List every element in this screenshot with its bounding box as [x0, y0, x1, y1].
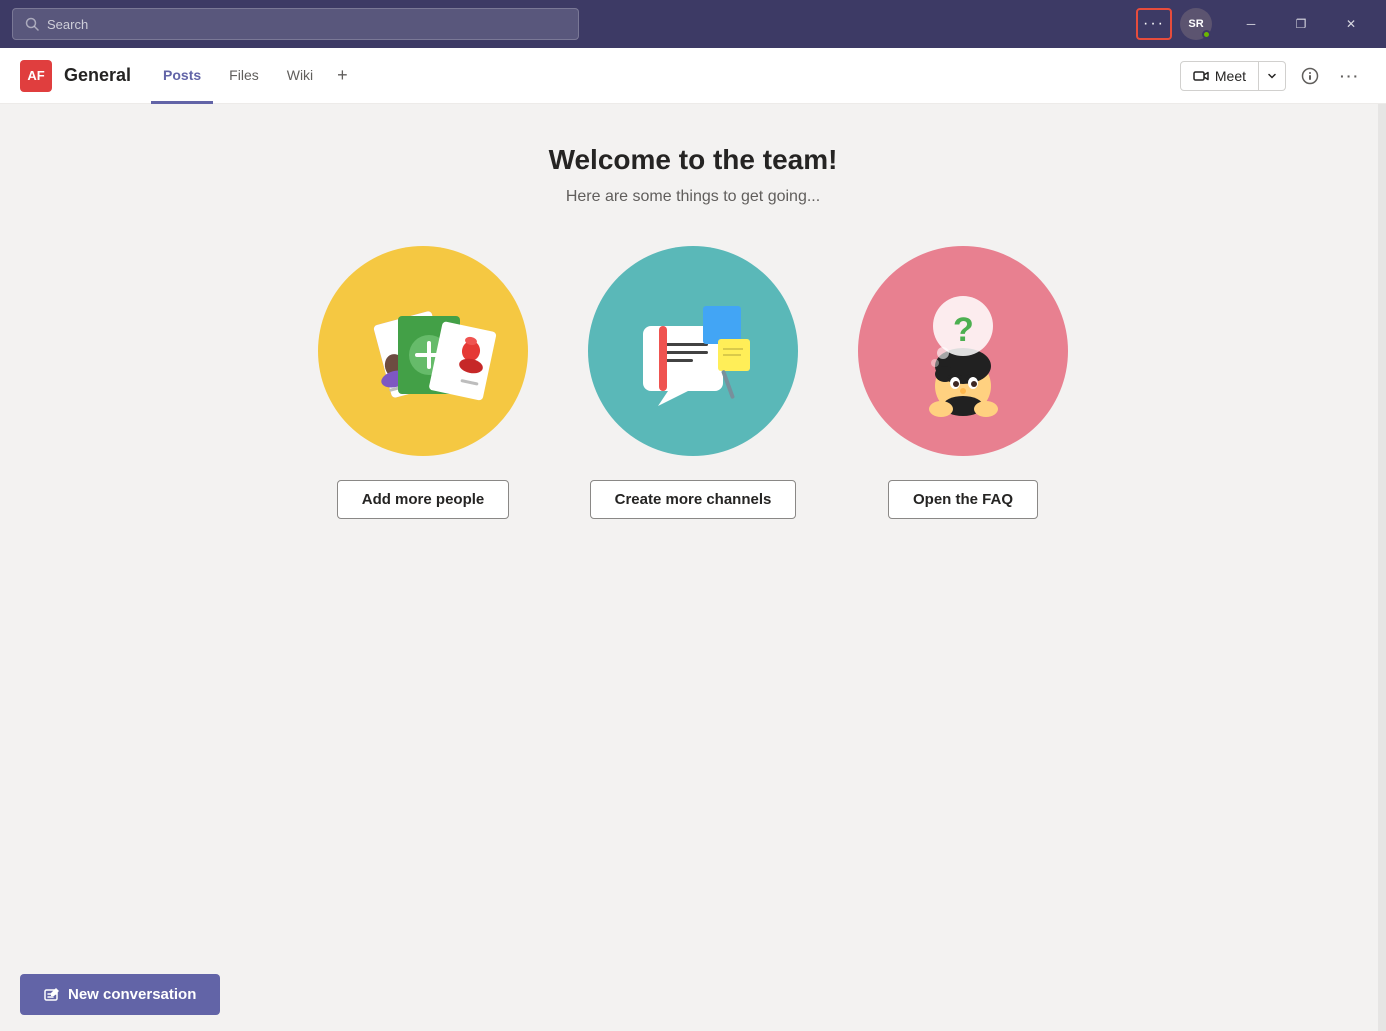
online-status-indicator [1202, 30, 1211, 39]
titlebar: Search ··· SR ─ ❐ ✕ [0, 0, 1386, 48]
channel-tabs: Posts Files Wiki + [151, 48, 1180, 103]
add-people-illustration [318, 246, 528, 456]
video-icon [1193, 68, 1209, 84]
add-people-card: Add more people [318, 246, 528, 519]
search-icon [25, 17, 39, 31]
create-channels-illustration [588, 246, 798, 456]
chevron-down-icon [1267, 71, 1277, 81]
new-conversation-bar: New conversation [0, 958, 1386, 1031]
tab-wiki[interactable]: Wiki [275, 49, 325, 104]
channel-more-button[interactable]: ··· [1334, 60, 1366, 92]
info-icon [1301, 67, 1319, 85]
open-faq-illustration: ? [858, 246, 1068, 456]
compose-icon [44, 987, 60, 1003]
more-options-button[interactable]: ··· [1136, 8, 1172, 40]
svg-text:?: ? [953, 311, 974, 349]
user-avatar-button[interactable]: SR [1180, 8, 1212, 40]
create-more-channels-button[interactable]: Create more channels [590, 480, 797, 519]
meet-button-group: Meet [1180, 61, 1286, 91]
minimize-button[interactable]: ─ [1228, 8, 1274, 40]
search-placeholder: Search [47, 17, 88, 32]
main-content: Welcome to the team! Here are some thing… [0, 104, 1386, 1031]
meet-button[interactable]: Meet [1180, 61, 1259, 91]
create-channels-card: Create more channels [588, 246, 798, 519]
channel-name: General [64, 65, 131, 86]
meet-dropdown-button[interactable] [1259, 61, 1286, 91]
tab-posts[interactable]: Posts [151, 49, 213, 104]
titlebar-right: ··· SR ─ ❐ ✕ [1136, 8, 1374, 40]
add-more-people-button[interactable]: Add more people [337, 480, 510, 519]
scrollbar[interactable] [1378, 104, 1386, 1031]
header-actions: Meet ··· [1180, 60, 1366, 92]
open-faq-button[interactable]: Open the FAQ [888, 480, 1038, 519]
open-faq-card: ? Open the FAQ [858, 246, 1068, 519]
add-tab-button[interactable]: + [329, 48, 356, 103]
window-controls: ─ ❐ ✕ [1228, 8, 1374, 40]
search-bar[interactable]: Search [12, 8, 579, 40]
action-cards: Add more people [0, 246, 1386, 519]
close-button[interactable]: ✕ [1328, 8, 1374, 40]
team-avatar: AF [20, 60, 52, 92]
channel-header: AF General Posts Files Wiki + Meet [0, 48, 1386, 104]
ellipsis-icon: ··· [1340, 68, 1360, 84]
restore-button[interactable]: ❐ [1278, 8, 1324, 40]
new-conversation-button[interactable]: New conversation [20, 974, 220, 1015]
info-button[interactable] [1294, 60, 1326, 92]
welcome-subtitle: Here are some things to get going... [0, 188, 1386, 206]
welcome-section: Welcome to the team! Here are some thing… [0, 104, 1386, 958]
welcome-title: Welcome to the team! [0, 144, 1386, 176]
tab-files[interactable]: Files [217, 49, 271, 104]
